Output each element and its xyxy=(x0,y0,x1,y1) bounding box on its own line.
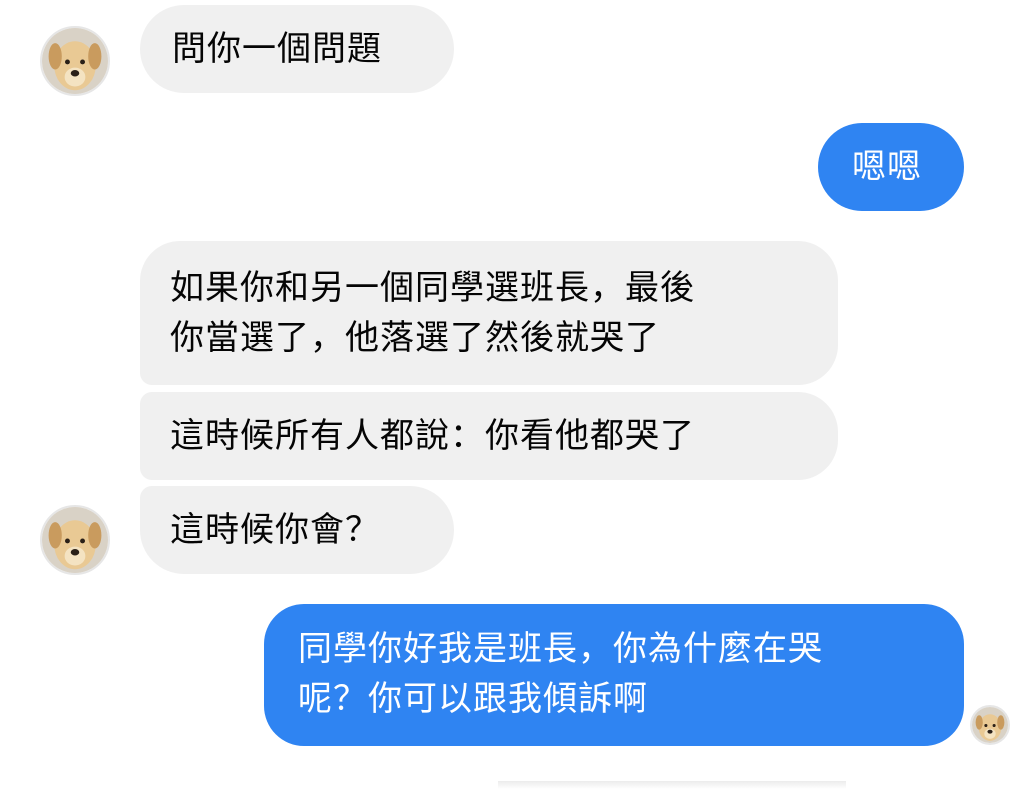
contact-avatar[interactable] xyxy=(40,26,110,96)
message-bubble-outgoing[interactable]: 嗯嗯 xyxy=(818,123,964,211)
message-text: 這時候你會？ xyxy=(170,510,380,550)
message-text: 同學你好我是班長，你為什麼在哭 xyxy=(298,629,823,669)
message-bubble-incoming[interactable]: 問你一個問題 xyxy=(140,5,454,93)
message-bubble-incoming[interactable]: 這時候所有人都說：你看他都哭了 xyxy=(140,392,838,480)
message-text: 嗯嗯 xyxy=(852,147,922,187)
message-bubble-incoming[interactable]: 這時候你會？ xyxy=(140,486,454,574)
message-bubble-incoming[interactable]: 如果你和另一個同學選班長，最後 你當選了，他落選了然後就哭了 xyxy=(140,241,838,385)
dog-avatar-icon xyxy=(42,28,108,94)
contact-avatar[interactable] xyxy=(40,505,110,575)
message-bubble-outgoing[interactable]: 同學你好我是班長，你為什麼在哭 呢？你可以跟我傾訴啊 xyxy=(264,604,964,746)
message-text: 你當選了，他落選了然後就哭了 xyxy=(170,318,660,358)
read-receipt-avatar xyxy=(970,705,1010,745)
composer-edge xyxy=(498,781,846,789)
message-text: 呢？你可以跟我傾訴啊 xyxy=(298,679,648,719)
message-text: 如果你和另一個同學選班長，最後 xyxy=(170,268,695,308)
dog-avatar-read-receipt-icon xyxy=(972,707,1008,743)
dog-avatar-icon xyxy=(42,507,108,573)
message-text: 這時候所有人都說：你看他都哭了 xyxy=(170,416,695,456)
message-thread: 問你一個問題 嗯嗯 如果你和另一個同學選班長，最後 你當選了，他落選了然後就哭了… xyxy=(0,0,1024,789)
message-text: 問你一個問題 xyxy=(172,29,382,69)
